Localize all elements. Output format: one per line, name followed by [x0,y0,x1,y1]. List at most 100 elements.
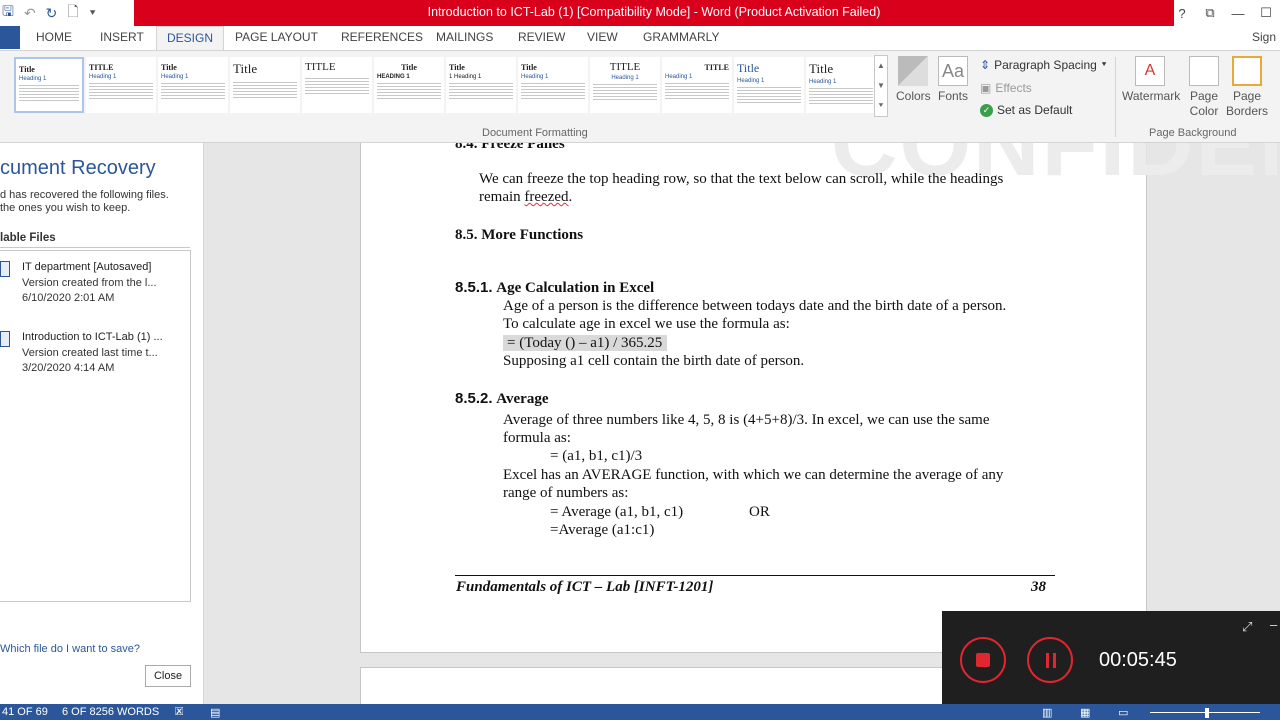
recovered-file-item[interactable]: IT department [Autosaved] Version create… [0,257,190,317]
page-color-icon [1189,56,1219,86]
fonts-icon: Aa [938,56,968,86]
expand-icon[interactable]: ⤢ [1242,619,1252,635]
stop-recording-button[interactable] [960,637,1006,683]
or-text: OR [749,504,770,520]
effects-icon: ▣ [980,81,992,95]
macro-icon[interactable]: ▤ [210,706,220,719]
paragraph: Average of three numbers like 4, 5, 8 is… [503,412,990,428]
recovered-file-list: IT department [Autosaved] Version create… [0,250,191,602]
style-set-thumb[interactable]: TITLE Heading 1 [86,57,156,113]
paragraph-spacing-button[interactable]: ⇕ Paragraph Spacing ⯆ [980,58,1107,72]
paragraph: remain freezed. [479,189,573,205]
tab-insert[interactable]: INSERT [100,30,144,44]
paragraph: We can freeze the top heading row, so th… [479,171,1004,187]
help-button[interactable]: ? [1168,6,1196,21]
style-set-thumb[interactable]: Title Heading 1 [14,57,84,113]
page-color-button[interactable]: Page Color [1182,56,1226,119]
style-set-thumb[interactable]: Title Heading 1 [806,57,876,113]
style-set-thumb[interactable]: TITLE Heading 1 [662,57,732,113]
ribbon-display-button[interactable]: ⧉ [1196,5,1224,21]
pause-recording-button[interactable] [1027,637,1073,683]
screen-recorder-widget: 00:05:45 ⤢ – [942,611,1280,708]
colors-icon [898,56,929,86]
style-set-thumb[interactable]: TITLE [302,57,372,113]
style-set-gallery: Title Heading 1 TITLE Heading 1 Title Headi… [12,55,876,117]
recording-timer: 00:05:45 [1099,649,1177,671]
page-borders-icon [1232,56,1262,86]
style-set-thumb[interactable]: Title HEADING 1 [374,57,444,113]
document-page[interactable]: CONFIDENTIAL 8.4. Freeze Panes We can fr… [360,143,1280,653]
ribbon-tabs: HOME INSERT DESIGN PAGE LAYOUT REFERENCE… [0,26,1280,51]
paragraph: Excel has an AVERAGE function, with whic… [503,467,1004,483]
print-layout-icon[interactable]: ▦ [1080,706,1090,719]
available-files-label: lable Files [0,232,56,244]
heading-8-4: 8.4. Freeze Panes [455,143,565,152]
undo-icon[interactable]: ↶ [24,5,36,22]
style-set-thumb[interactable]: TITLE Heading 1 [590,57,660,113]
heading-8-5: 8.5. More Functions [455,227,584,243]
page-count[interactable]: 41 OF 69 [2,706,48,718]
tab-grammarly[interactable]: GRAMMARLY [643,30,719,44]
gallery-scroll[interactable]: ▲ ▼ ⯆ [874,55,888,117]
tab-view[interactable]: VIEW [587,30,618,44]
paragraph: To calculate age in excel we use the for… [503,316,790,332]
paragraph: range of numbers as: [503,485,629,501]
customize-qat-icon[interactable]: ⯆ [89,8,97,19]
heading-8-5-1: 8.5.1. Age Calculation in Excel [455,279,655,296]
paragraph-spacing-icon: ⇕ [980,58,991,72]
new-document-icon[interactable]: 🗋 [67,1,78,25]
formula: = (Today () – a1) / 365.25 [503,335,668,352]
minimize-icon[interactable]: – [1270,617,1277,632]
window-title: Introduction to ICT-Lab (1) [Compatibili… [427,5,881,19]
check-icon: ✓ [980,103,993,117]
status-bar: 41 OF 69 6 OF 8256 WORDS 🗷 ▤ ▥ ▦ ▭ [0,704,1280,720]
maximize-button[interactable]: ☐ [1252,5,1280,21]
style-set-thumb[interactable]: Title 1 Heading 1 [446,57,516,113]
which-file-link[interactable]: Which file do I want to save? [0,643,140,655]
style-set-thumb[interactable]: Title [230,57,300,113]
document-formatting-label: Document Formatting [482,127,588,139]
design-ribbon: Title Heading 1 TITLE Heading 1 Title Headi… [0,50,1280,143]
style-set-thumb[interactable]: Title Heading 1 [734,57,804,113]
formula: = (a1, b1, c1)/3 [550,448,643,464]
sign-in-link[interactable]: Sign [1252,30,1276,44]
effects-button[interactable]: ▣ Effects [980,81,1032,95]
recovery-description: d has recovered the following files. the… [0,189,169,214]
tab-references[interactable]: REFERENCES [341,30,423,44]
page-borders-button[interactable]: Page Borders [1226,56,1268,119]
paragraph: Supposing a1 cell contain the birth date… [503,353,805,369]
read-mode-icon[interactable]: ▥ [1042,706,1052,719]
web-layout-icon[interactable]: ▭ [1118,706,1128,719]
page-footer: Fundamentals of ICT – Lab [INFT-1201] [456,579,714,595]
page-number: 38 [1031,579,1046,595]
spelling-error[interactable]: freezed [524,189,568,205]
document-recovery-pane: cument Recovery d has recovered the foll… [0,143,204,704]
word-count[interactable]: 6 OF 8256 WORDS [62,706,159,718]
paragraph: Age of a person is the difference betwee… [503,298,1007,314]
colors-button[interactable]: Colors [896,56,931,103]
tab-design[interactable]: DESIGN [156,26,225,51]
word-document-icon [0,261,10,277]
page-background-label: Page Background [1149,127,1237,139]
close-button[interactable]: Close [145,665,191,687]
save-icon[interactable]: 🖫 [2,1,14,25]
set-as-default-button[interactable]: ✓ Set as Default [980,103,1072,117]
redo-icon[interactable]: ↻ [46,5,58,22]
style-set-thumb[interactable]: Title Heading 1 [158,57,228,113]
tab-mailings[interactable]: MAILINGS [436,30,493,44]
window-controls: ? ⧉ — ☐ [1168,0,1280,26]
heading-8-5-2: 8.5.2. Average [455,390,549,407]
formula: = Average (a1, b1, c1) [550,504,684,520]
quick-access-toolbar: 🖫 ↶ ↻ 🗋 ⯆ [0,3,97,23]
minimize-button[interactable]: — [1224,6,1252,21]
tab-page-layout[interactable]: PAGE LAYOUT [235,30,318,44]
style-set-thumb[interactable]: Title Heading 1 [518,57,588,113]
watermark-button[interactable]: A Watermark [1122,56,1180,103]
proofing-icon[interactable]: 🗷 [175,706,183,719]
zoom-slider-handle[interactable] [1205,708,1209,718]
tab-review[interactable]: REVIEW [518,30,565,44]
recovered-file-item[interactable]: Introduction to ICT-Lab (1) ... Version … [0,327,190,387]
tab-home[interactable]: HOME [36,30,72,44]
file-tab[interactable] [0,26,20,49]
fonts-button[interactable]: Aa Fonts [938,56,968,103]
